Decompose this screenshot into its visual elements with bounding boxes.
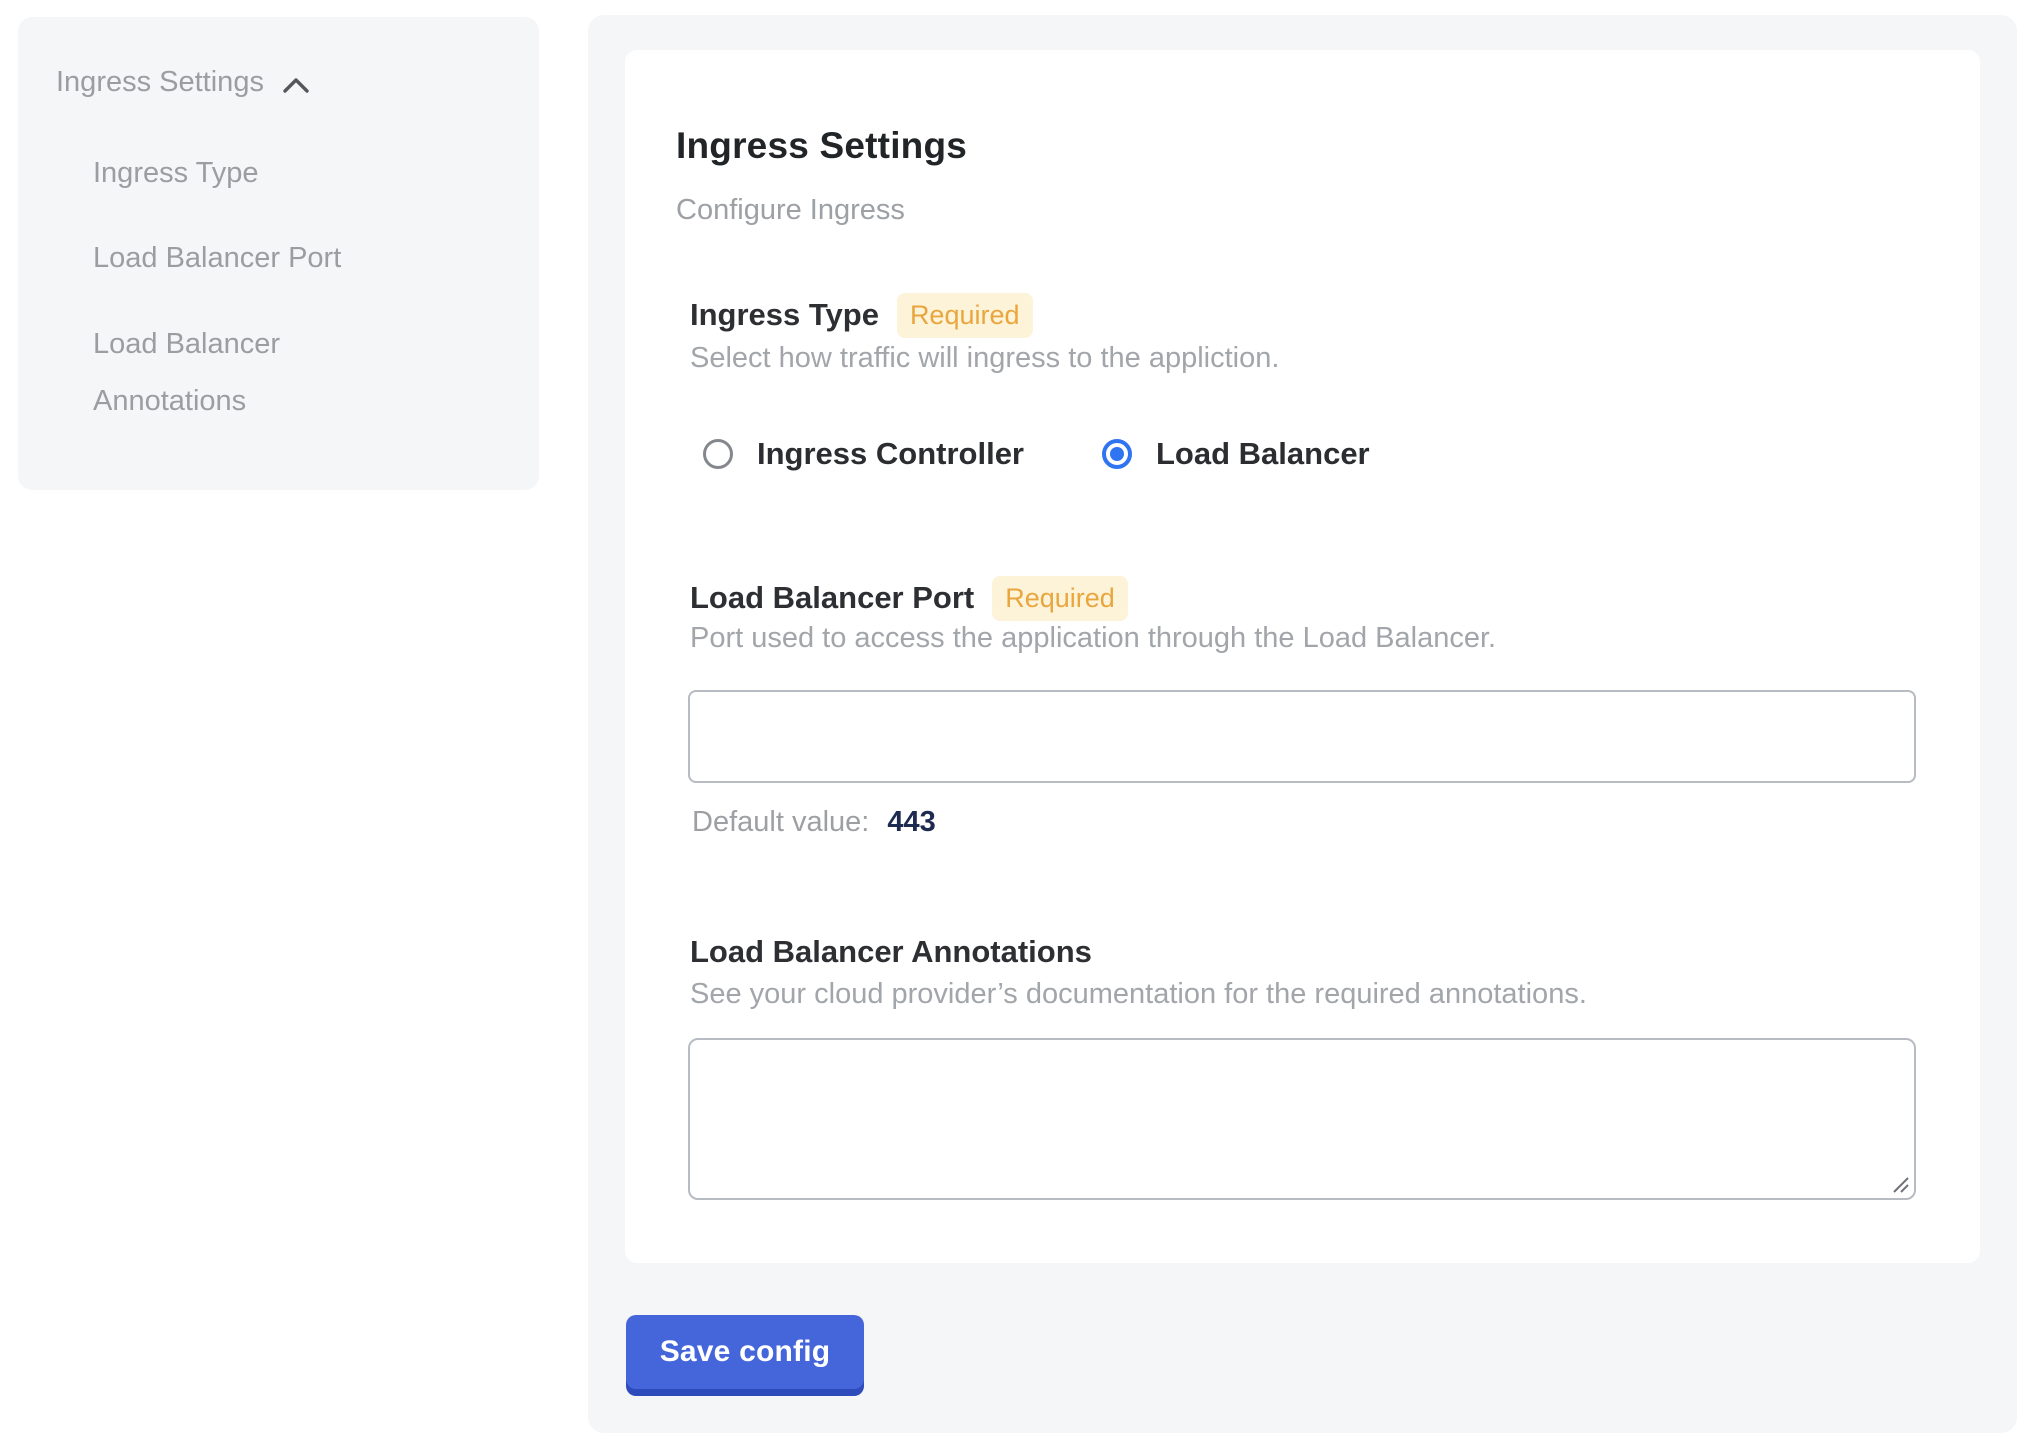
lb-annotations-label: Load Balancer Annotations [690,934,1092,970]
lb-port-description: Port used to access the application thro… [690,622,1496,655]
ingress-settings-page: Ingress Settings Ingress Type Load Balan… [0,0,2036,1452]
radio-unchecked-icon[interactable] [703,439,733,469]
lb-annotations-textarea-wrap [688,1038,1916,1200]
chevron-up-icon [282,76,310,94]
lb-port-heading-row: Load Balancer Port Required [690,575,1128,621]
default-value-number: 443 [887,806,935,838]
sidebar-group-ingress-settings[interactable]: Ingress Settings [56,66,310,99]
required-badge: Required [992,576,1128,621]
main-panel: Ingress Settings Configure Ingress Ingre… [588,15,2017,1433]
lb-port-label: Load Balancer Port [690,580,974,616]
sidebar-item-load-balancer-annotations[interactable]: Load Balancer Annotations [93,316,353,430]
ingress-type-heading-row: Ingress Type Required [690,292,1033,338]
ingress-settings-card: Ingress Settings Configure Ingress Ingre… [625,50,1980,1263]
load-balancer-port-input[interactable] [688,690,1916,783]
sidebar-group-label: Ingress Settings [56,66,264,99]
radio-label-load-balancer: Load Balancer [1156,436,1370,472]
sidebar-item-ingress-type[interactable]: Ingress Type [93,145,259,202]
default-value-line: Default value: 443 [692,806,936,839]
page-title: Ingress Settings [676,125,967,167]
lb-annotations-heading-row: Load Balancer Annotations [690,929,1092,975]
ingress-type-label: Ingress Type [690,297,879,333]
default-value-label: Default value: [692,806,869,838]
load-balancer-annotations-textarea[interactable] [688,1038,1916,1200]
radio-checked-icon[interactable] [1102,439,1132,469]
required-badge: Required [897,293,1033,338]
ingress-type-description: Select how traffic will ingress to the a… [690,342,1279,375]
save-config-button[interactable]: Save config [626,1315,864,1389]
radio-option-load-balancer[interactable]: Load Balancer [1102,438,1370,470]
radio-option-ingress-controller[interactable]: Ingress Controller [703,438,1024,470]
lb-annotations-description: See your cloud provider’s documentation … [690,978,1587,1011]
sidebar-item-load-balancer-port[interactable]: Load Balancer Port [93,230,341,287]
settings-sidebar: Ingress Settings Ingress Type Load Balan… [18,17,539,490]
radio-label-ingress-controller: Ingress Controller [757,436,1024,472]
page-subtitle: Configure Ingress [676,194,905,227]
